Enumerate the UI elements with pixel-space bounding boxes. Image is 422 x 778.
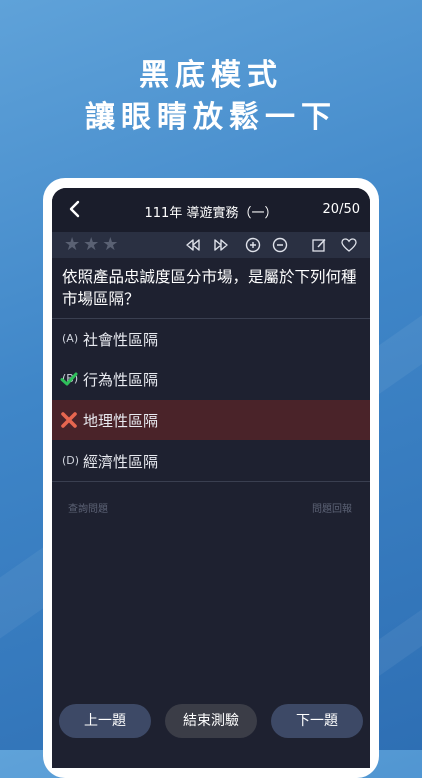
promo-headline-2: 讓眼睛放鬆一下 (85, 100, 337, 135)
fast-forward-icon (214, 239, 228, 251)
zoom-out-icon (272, 237, 288, 253)
star-icon[interactable]: ★ (64, 235, 80, 255)
wrong-cross-icon (61, 412, 77, 428)
question-toolbar: ★ ★ ★ (52, 232, 370, 258)
top-bar: 111年 導遊實務（一） 20/50 (52, 188, 370, 232)
edit-icon (312, 238, 326, 252)
star-icon[interactable]: ★ (102, 235, 118, 255)
heart-icon (341, 238, 357, 252)
option-label: 社會性區隔 (83, 331, 159, 349)
question-text: 依照產品忠誠度區分市場，是屬於下列何種市場區隔？ (62, 268, 357, 308)
zoom-in-button[interactable] (244, 236, 262, 254)
prev-question-button[interactable]: 上一題 (59, 704, 151, 738)
option-letter: (D) (62, 454, 80, 467)
option-label: 行為性區隔 (83, 371, 159, 389)
next-question-button[interactable]: 下一題 (271, 704, 363, 738)
option-label: 地理性區隔 (83, 412, 159, 430)
star-icon[interactable]: ★ (83, 235, 99, 255)
divider (52, 481, 370, 482)
end-test-button[interactable]: 結束測驗 (165, 704, 257, 738)
option-label: 經濟性區隔 (83, 453, 159, 471)
note-button[interactable] (310, 236, 328, 254)
favorite-button[interactable] (340, 236, 358, 254)
rewind-icon (186, 239, 200, 251)
zoom-out-button[interactable] (271, 236, 289, 254)
promo-headline-1: 黑底模式 (139, 58, 283, 93)
rewind-button[interactable] (184, 236, 202, 254)
option-c[interactable]: 地理性區隔 (52, 400, 370, 440)
question-progress: 20/50 (322, 202, 360, 217)
zoom-in-icon (245, 237, 261, 253)
option-a[interactable]: (A) 社會性區隔 (52, 319, 370, 359)
fast-forward-button[interactable] (212, 236, 230, 254)
report-issue-link[interactable]: 問題回報 (312, 500, 352, 515)
correct-check-icon (60, 372, 78, 386)
option-letter: (A) (62, 332, 79, 345)
option-b[interactable]: (B) 行為性區隔 (52, 359, 370, 399)
option-d[interactable]: (D) 經濟性區隔 (52, 441, 370, 481)
difficulty-rating: ★ ★ ★ (64, 235, 121, 255)
app-screen: 111年 導遊實務（一） 20/50 ★ ★ ★ 依照產品忠誠度區分市場，是屬於下列… (52, 188, 370, 768)
lookup-question-link[interactable]: 查詢問題 (68, 500, 108, 515)
